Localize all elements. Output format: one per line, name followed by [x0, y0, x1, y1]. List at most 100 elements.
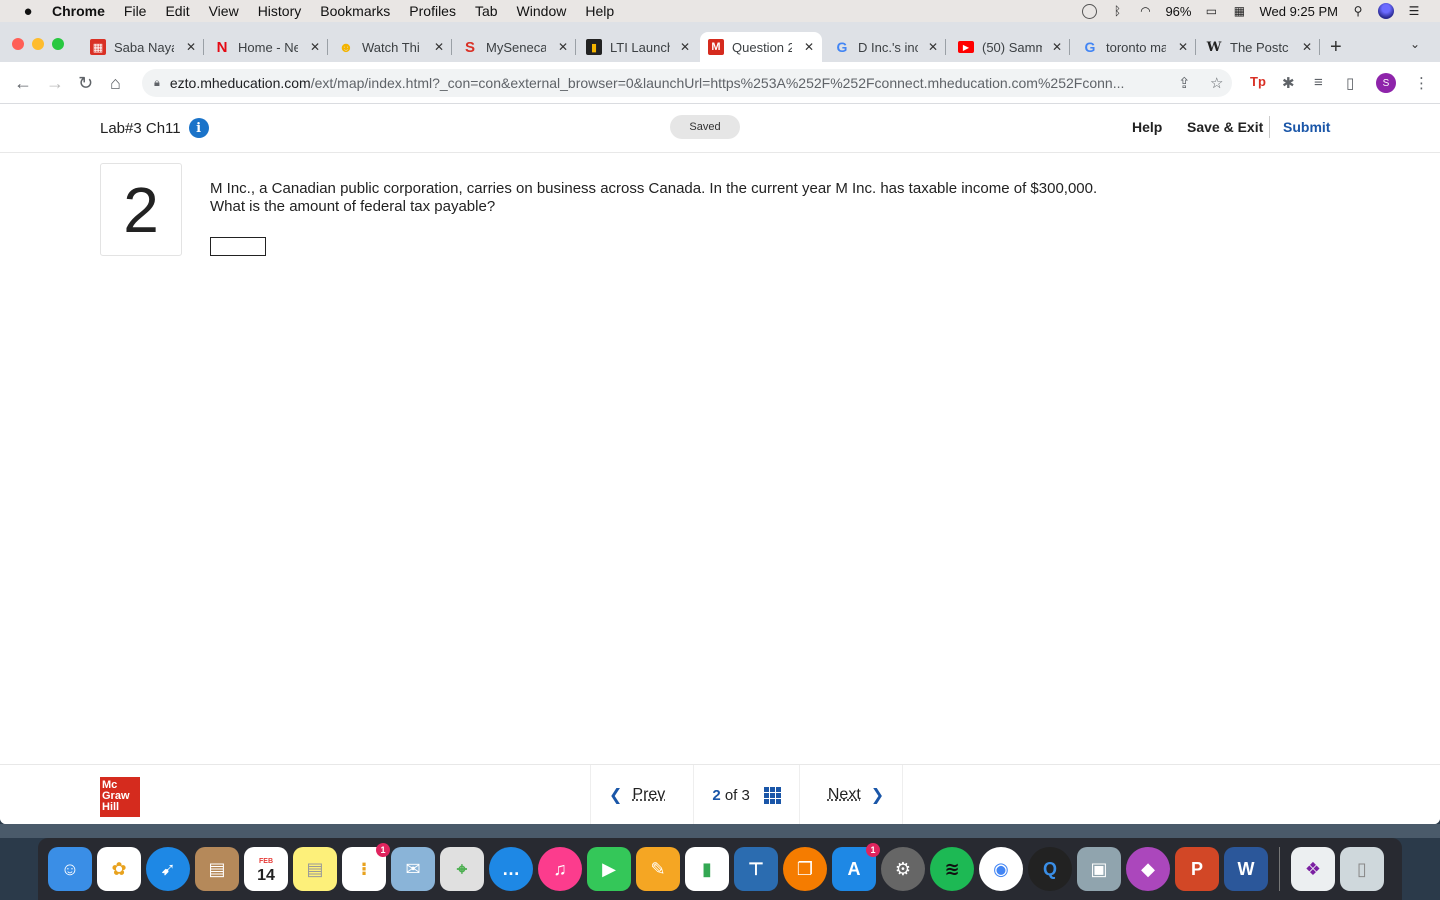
menu-bookmarks[interactable]: Bookmarks [320, 3, 390, 19]
zoom-window-button[interactable] [52, 38, 64, 50]
tab-search-chevron-icon[interactable]: ⌄ [1410, 37, 1420, 51]
safari-icon[interactable]: ➹ [146, 847, 190, 891]
system-preferences-icon[interactable]: ⚙ [881, 847, 925, 891]
books-icon[interactable]: ❐ [783, 847, 827, 891]
save-exit-link[interactable]: Save & Exit [1187, 119, 1263, 135]
powerpoint-icon[interactable]: P [1175, 847, 1219, 891]
control-center-icon[interactable]: ☰ [1406, 3, 1422, 19]
tab-lti-launch[interactable]: ▮ LTI Launch ✕ [578, 32, 698, 62]
tab-saba[interactable]: ▦ Saba Naya ✕ [82, 32, 204, 62]
trash-icon[interactable]: ▯ [1340, 847, 1384, 891]
tab-netflix[interactable]: N Home - Ne ✕ [206, 32, 328, 62]
question-counter[interactable]: 2 of 3 [693, 765, 799, 824]
back-icon[interactable]: ← [14, 73, 32, 94]
tab-myseneca[interactable]: S MySeneca ✕ [454, 32, 576, 62]
app-store-icon[interactable]: A1 [832, 843, 880, 891]
spotify-icon[interactable]: ≋ [930, 847, 974, 891]
assignment-header: Lab#3 Ch11 i Saved Help Save & Exit Subm… [0, 104, 1440, 153]
keynote-icon[interactable]: ⊤ [734, 847, 778, 891]
menu-file[interactable]: File [124, 3, 147, 19]
bluetooth-icon[interactable]: ᛒ [1109, 3, 1125, 19]
close-window-button[interactable] [12, 38, 24, 50]
close-tab-icon[interactable]: ✕ [1052, 40, 1062, 54]
contacts-icon[interactable]: ▤ [195, 847, 239, 891]
menu-edit[interactable]: Edit [165, 3, 189, 19]
app-store-badge: 1 [866, 843, 880, 857]
pages-icon[interactable]: ✎ [636, 847, 680, 891]
photos-icon[interactable]: ✿ [97, 847, 141, 891]
share-icon[interactable]: ⇪ [1178, 74, 1191, 92]
music-icon[interactable]: ♫ [538, 847, 582, 891]
address-bar[interactable]: 🔒︎ ezto.mheducation.com/ext/map/index.ht… [142, 69, 1232, 97]
reload-icon[interactable]: ↻ [78, 73, 93, 94]
help-link[interactable]: Help [1132, 119, 1162, 135]
next-button[interactable]: Next ❯ [798, 765, 904, 824]
profile-avatar[interactable]: S [1376, 73, 1396, 93]
close-tab-icon[interactable]: ✕ [1302, 40, 1312, 54]
lock-icon[interactable]: 🔒︎ [154, 77, 160, 90]
bookmark-star-icon[interactable]: ☆ [1210, 74, 1223, 92]
address-url[interactable]: ezto.mheducation.com/ext/map/index.html?… [170, 75, 1160, 91]
reading-list-icon[interactable]: ≡ [1314, 74, 1323, 91]
close-tab-icon[interactable]: ✕ [558, 40, 568, 54]
answer-input[interactable] [210, 237, 266, 256]
spotlight-icon[interactable]: ⚲ [1350, 3, 1366, 19]
calendar-menu-icon[interactable]: ▦ [1231, 3, 1247, 19]
menu-window[interactable]: Window [517, 3, 567, 19]
close-tab-icon[interactable]: ✕ [310, 40, 320, 54]
menu-history[interactable]: History [258, 3, 302, 19]
reminders-icon[interactable]: ⁝ 1 [342, 843, 390, 891]
extensions-puzzle-icon[interactable]: ✱ [1282, 74, 1295, 92]
quicktime-icon[interactable]: Q [1028, 847, 1072, 891]
prev-button[interactable]: ❮ Prev [590, 765, 693, 824]
youtube-icon: ▶ [958, 41, 974, 53]
messages-icon[interactable]: … [489, 847, 533, 891]
submit-button[interactable]: Submit [1283, 119, 1330, 135]
wifi-icon[interactable]: ◠ [1137, 3, 1153, 19]
macos-menu-bar: ● Chrome File Edit View History Bookmark… [0, 0, 1440, 22]
menu-tab[interactable]: Tab [475, 3, 498, 19]
chrome-icon[interactable]: ◉ [979, 847, 1023, 891]
home-icon[interactable]: ⌂ [110, 73, 121, 94]
calendar-icon[interactable]: FEB 14 [244, 847, 288, 891]
close-tab-icon[interactable]: ✕ [928, 40, 938, 54]
info-icon[interactable]: i [188, 118, 209, 138]
tab-google-toronto[interactable]: G toronto ma ✕ [1074, 32, 1196, 62]
maps-icon[interactable]: ⌖ [440, 847, 484, 891]
downloads-stack-icon[interactable]: ❖ [1291, 847, 1335, 891]
close-tab-icon[interactable]: ✕ [186, 40, 196, 54]
menu-clock[interactable]: Wed 9:25 PM [1259, 4, 1338, 19]
tab-youtube[interactable]: ▶ (50) Samm ✕ [950, 32, 1070, 62]
facetime-icon[interactable]: ▶ [587, 847, 631, 891]
forward-icon[interactable]: → [46, 73, 64, 94]
new-tab-button[interactable]: + [1330, 36, 1342, 59]
menu-help[interactable]: Help [585, 3, 614, 19]
word-icon[interactable]: W [1224, 847, 1268, 891]
finder-icon[interactable]: ☺ [48, 847, 92, 891]
mail-stamp-icon[interactable]: ✉ [391, 847, 435, 891]
minimize-window-button[interactable] [32, 38, 44, 50]
close-tab-icon[interactable]: ✕ [680, 40, 690, 54]
tab-wikipedia[interactable]: W The Postc ✕ [1198, 32, 1320, 62]
notes-icon[interactable]: ▤ [293, 847, 337, 891]
globe-icon[interactable] [1082, 3, 1098, 19]
close-tab-icon[interactable]: ✕ [804, 40, 814, 54]
extension-tp-icon[interactable]: Tp [1250, 74, 1266, 89]
menu-profiles[interactable]: Profiles [409, 3, 456, 19]
menu-app-name[interactable]: Chrome [52, 3, 105, 19]
close-tab-icon[interactable]: ✕ [1178, 40, 1188, 54]
side-panel-icon[interactable]: ▯ [1346, 74, 1354, 92]
app-icon[interactable]: ◆ [1126, 847, 1170, 891]
question-grid-icon[interactable] [763, 786, 781, 804]
battery-icon[interactable]: ▭ [1203, 3, 1219, 19]
more-menu-icon[interactable]: ⋮ [1414, 74, 1429, 92]
menu-view[interactable]: View [209, 3, 239, 19]
preview-icon[interactable]: ▣ [1077, 847, 1121, 891]
close-tab-icon[interactable]: ✕ [434, 40, 444, 54]
siri-icon[interactable] [1378, 3, 1394, 19]
numbers-icon[interactable]: ▮ [685, 847, 729, 891]
tab-watch[interactable]: ☻ Watch Thi ✕ [330, 32, 452, 62]
tab-google-inc[interactable]: G D Inc.'s inc ✕ [826, 32, 946, 62]
apple-icon[interactable]: ● [18, 3, 38, 20]
tab-question-active[interactable]: M Question 2 ✕ [700, 32, 822, 62]
